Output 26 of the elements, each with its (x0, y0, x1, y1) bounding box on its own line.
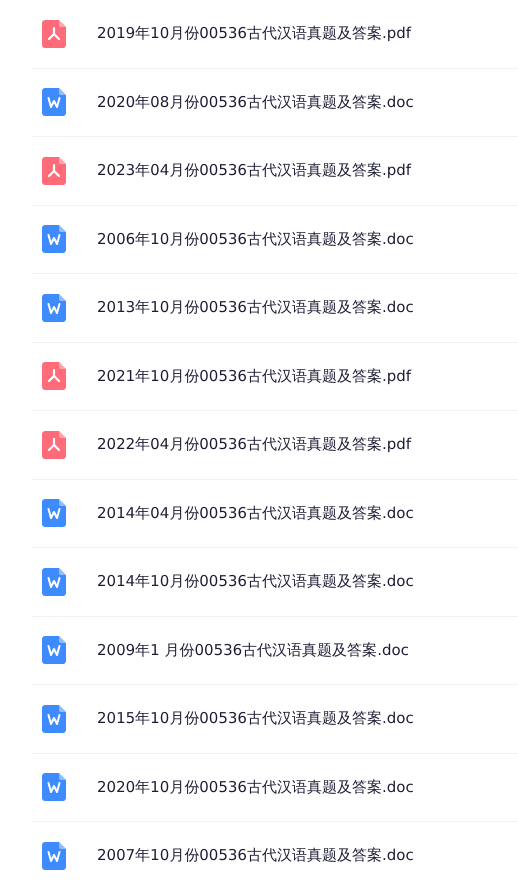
pdf-file-icon (42, 20, 66, 48)
word-file-icon (42, 773, 66, 802)
file-name[interactable]: 2019年10月份00536古代汉语真题及答案.pdf (97, 24, 412, 44)
file-name[interactable]: 2023年04月份00536古代汉语真题及答案.pdf (97, 161, 412, 180)
file-name[interactable]: 2021年10月份00536古代汉语真题及答案.pdf (97, 366, 412, 386)
file-name[interactable]: 2015年10月份00536古代汉语真题及答案.doc (97, 709, 414, 728)
word-file-icon (42, 704, 66, 733)
file-name[interactable]: 2022年04月份00536古代汉语真题及答案.pdf (97, 435, 412, 454)
word-file-icon (42, 499, 66, 528)
word-file-icon (42, 568, 66, 596)
file-name[interactable]: 2020年08月份00536古代汉语真题及答案.doc (97, 92, 414, 112)
word-file-icon (42, 842, 66, 870)
word-file-icon (42, 225, 66, 254)
file-name[interactable]: 2020年10月份00536古代汉语真题及答案.doc (97, 778, 414, 797)
word-file-icon (42, 88, 66, 116)
file-name[interactable]: 2014年04月份00536古代汉语真题及答案.doc (97, 504, 414, 523)
file-name[interactable]: 2009年1 月份00536古代汉语真题及答案.doc (97, 640, 409, 660)
pdf-file-icon (42, 430, 66, 459)
file-name[interactable]: 2007年10月份00536古代汉语真题及答案.doc (97, 846, 414, 866)
word-file-icon (42, 294, 66, 322)
pdf-file-icon (42, 156, 66, 185)
word-file-icon (42, 636, 66, 664)
pdf-file-icon (42, 362, 66, 390)
file-name[interactable]: 2013年10月份00536古代汉语真题及答案.doc (97, 298, 414, 318)
file-name[interactable]: 2014年10月份00536古代汉语真题及答案.doc (97, 572, 414, 592)
file-name[interactable]: 2006年10月份00536古代汉语真题及答案.doc (97, 230, 414, 249)
